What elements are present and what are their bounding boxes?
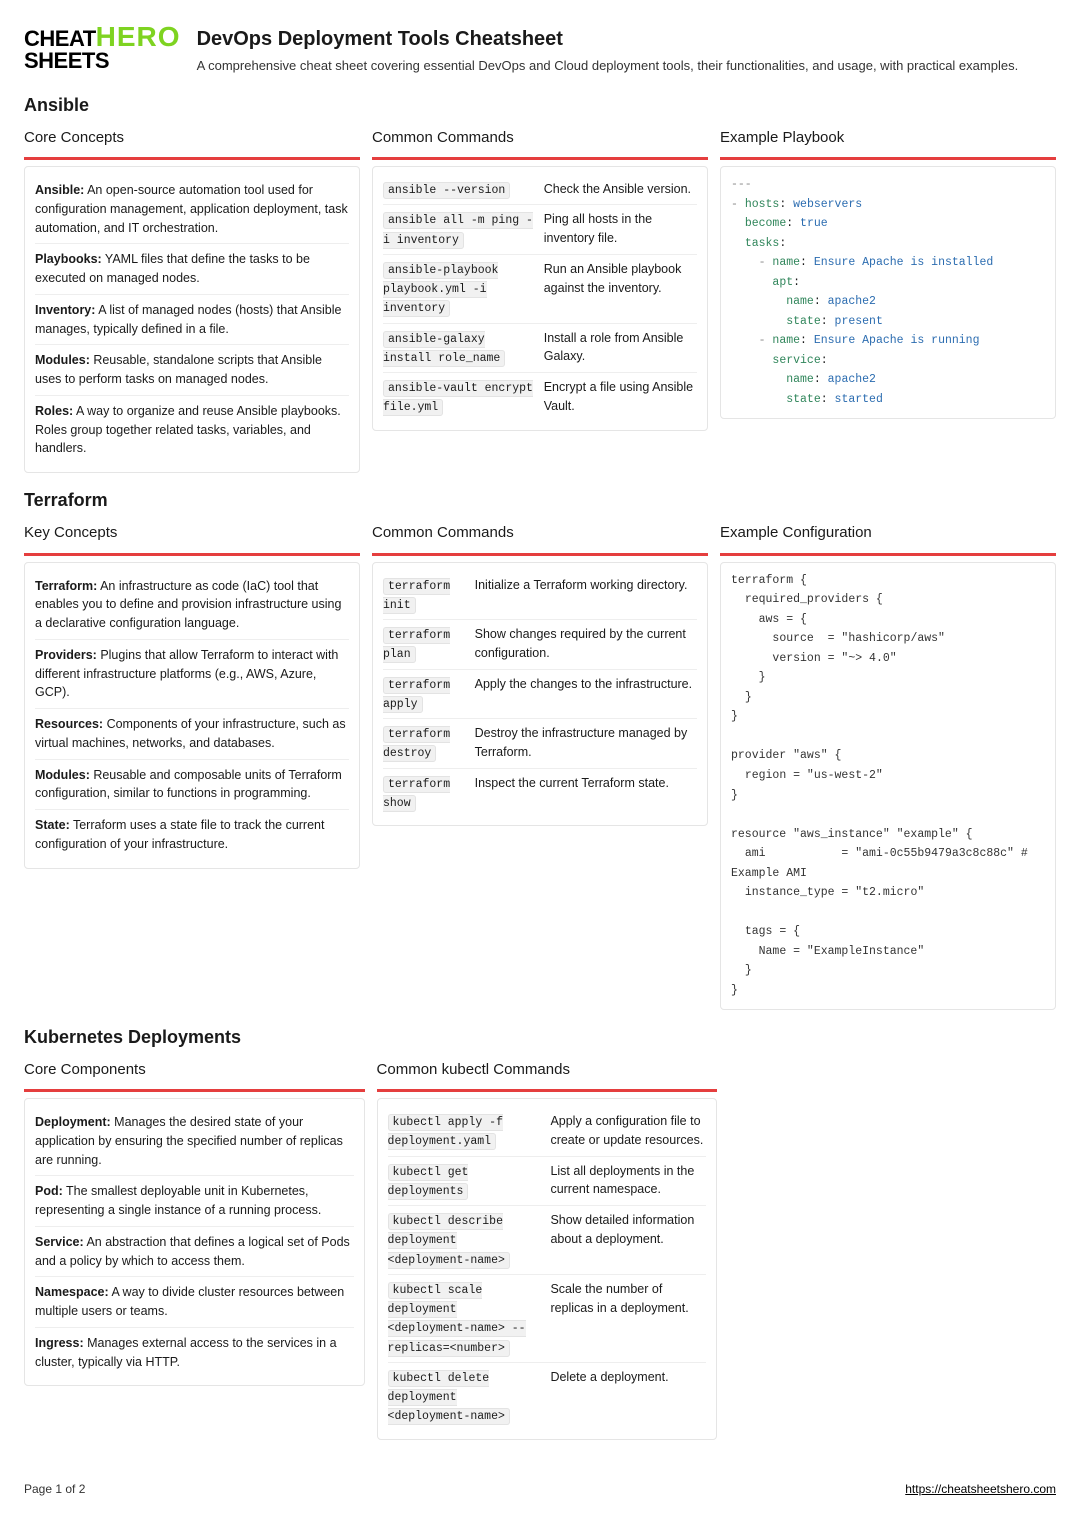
card-title: Common Commands (372, 522, 708, 547)
commands-card: terraform init Initialize a Terraform wor… (372, 562, 708, 827)
concept-item: Modules: Reusable and composable units o… (35, 760, 349, 811)
command-row: kubectl describe deployment <deployment-… (388, 1206, 707, 1275)
page-title: DevOps Deployment Tools Cheatsheet (197, 24, 1019, 54)
command-row: terraform init Initialize a Terraform wor… (383, 571, 697, 621)
command-row: terraform destroy Destroy the infrastruct… (383, 719, 697, 769)
command-desc: Apply the changes to the infrastructure. (475, 675, 697, 694)
concept-item: State: Terraform uses a state file to tr… (35, 810, 349, 860)
command-row: terraform show Inspect the current Terraf… (383, 769, 697, 818)
section-heading-ansible: Ansible (24, 92, 1056, 119)
concepts-card: Terraform: An infrastructure as code (Ia… (24, 562, 360, 869)
concept-item: Deployment: Manages the desired state of… (35, 1107, 354, 1176)
card-title: Example Configuration (720, 522, 1056, 547)
command-desc: Destroy the infrastructure managed by Te… (475, 724, 697, 762)
concept-item: Ansible: An open-source automation tool … (35, 175, 349, 244)
command-code: ansible-playbook playbook.yml -i invento… (383, 262, 498, 318)
command-code: kubectl apply -f deployment.yaml (388, 1114, 503, 1150)
terraform-code: terraform { required_providers { aws = {… (731, 571, 1045, 1001)
concepts-card: Ansible: An open-source automation tool … (24, 166, 360, 473)
concept-item: Roles: A way to organize and reuse Ansib… (35, 396, 349, 464)
card-title: Core Concepts (24, 127, 360, 152)
example-card: --- - hosts: webservers become: true tas… (720, 166, 1056, 419)
concept-item: Providers: Plugins that allow Terraform … (35, 640, 349, 709)
header: CHEATHERO SHEETS DevOps Deployment Tools… (24, 24, 1056, 76)
divider (377, 1089, 718, 1092)
command-desc: Show detailed information about a deploy… (550, 1211, 706, 1249)
divider (720, 157, 1056, 160)
concept-item: Namespace: A way to divide cluster resou… (35, 1277, 354, 1328)
concept-item: Resources: Components of your infrastruc… (35, 709, 349, 760)
command-code: kubectl describe deployment <deployment-… (388, 1213, 510, 1269)
command-code: kubectl delete deployment <deployment-na… (388, 1370, 510, 1426)
concept-item: Modules: Reusable, standalone scripts th… (35, 345, 349, 396)
example-card: terraform { required_providers { aws = {… (720, 562, 1056, 1010)
concept-item: Inventory: A list of managed nodes (host… (35, 295, 349, 346)
command-row: ansible-vault encrypt file.yml Encrypt a … (383, 373, 697, 422)
concept-item: Ingress: Manages external access to the … (35, 1328, 354, 1378)
divider (720, 553, 1056, 556)
command-code: ansible all -m ping -i inventory (383, 212, 533, 248)
command-code: terraform init (383, 578, 450, 614)
command-code: terraform destroy (383, 726, 450, 762)
divider (372, 553, 708, 556)
divider (24, 157, 360, 160)
command-code: terraform apply (383, 677, 450, 713)
command-code: kubectl scale deployment <deployment-nam… (388, 1282, 526, 1357)
command-desc: Delete a deployment. (550, 1368, 706, 1387)
command-row: ansible all -m ping -i inventory Ping all… (383, 205, 697, 255)
command-row: kubectl apply -f deployment.yaml Apply a … (388, 1107, 707, 1157)
command-desc: Initialize a Terraform working directory… (475, 576, 697, 595)
ansible-playbook-code: --- - hosts: webservers become: true tas… (731, 175, 1045, 410)
logo: CHEATHERO SHEETS (24, 24, 181, 71)
command-row: terraform plan Show changes required by t… (383, 620, 697, 670)
command-row: terraform apply Apply the changes to the … (383, 670, 697, 720)
command-code: terraform plan (383, 627, 450, 663)
logo-text-cheat: CHEAT (24, 29, 96, 50)
divider (24, 1089, 365, 1092)
command-desc: Encrypt a file using Ansible Vault. (544, 378, 697, 416)
concept-item: Service: An abstraction that defines a l… (35, 1227, 354, 1278)
card-title: Core Components (24, 1059, 365, 1084)
command-row: kubectl delete deployment <deployment-na… (388, 1363, 707, 1431)
command-desc: Inspect the current Terraform state. (475, 774, 697, 793)
command-desc: Apply a configuration file to create or … (550, 1112, 706, 1150)
section-heading-k8s: Kubernetes Deployments (24, 1024, 1056, 1051)
command-desc: List all deployments in the current name… (550, 1162, 706, 1200)
concept-item: Pod: The smallest deployable unit in Kub… (35, 1176, 354, 1227)
command-desc: Run an Ansible playbook against the inve… (544, 260, 697, 298)
command-desc: Install a role from Ansible Galaxy. (544, 329, 697, 367)
card-title: Key Concepts (24, 522, 360, 547)
concept-item: Terraform: An infrastructure as code (Ia… (35, 571, 349, 640)
card-title: Common Commands (372, 127, 708, 152)
command-row: kubectl get deployments List all deployme… (388, 1157, 707, 1207)
command-code: kubectl get deployments (388, 1164, 469, 1200)
logo-text-hero: HERO (96, 24, 181, 51)
commands-card: ansible --version Check the Ansible versi… (372, 166, 708, 431)
divider (24, 553, 360, 556)
card-title: Common kubectl Commands (377, 1059, 718, 1084)
page-number: Page 1 of 2 (24, 1480, 85, 1498)
command-desc: Ping all hosts in the inventory file. (544, 210, 697, 248)
command-code: ansible --version (383, 182, 510, 199)
command-row: ansible-galaxy install role_name Install … (383, 324, 697, 374)
logo-text-sheets: SHEETS (24, 51, 181, 72)
command-row: ansible --version Check the Ansible versi… (383, 175, 697, 205)
command-code: ansible-galaxy install role_name (383, 331, 505, 367)
command-desc: Scale the number of replicas in a deploy… (550, 1280, 706, 1318)
commands-card: kubectl apply -f deployment.yaml Apply a … (377, 1098, 718, 1440)
divider (372, 157, 708, 160)
concept-item: Playbooks: YAML files that define the ta… (35, 244, 349, 295)
command-code: ansible-vault encrypt file.yml (383, 380, 533, 416)
page-subtitle: A comprehensive cheat sheet covering ess… (197, 56, 1019, 76)
section-heading-terraform: Terraform (24, 487, 1056, 514)
concepts-card: Deployment: Manages the desired state of… (24, 1098, 365, 1386)
card-title: Example Playbook (720, 127, 1056, 152)
footer: Page 1 of 2 https://cheatsheetshero.com (24, 1480, 1056, 1498)
command-row: ansible-playbook playbook.yml -i invento… (383, 255, 697, 324)
command-code: terraform show (383, 776, 450, 812)
command-desc: Show changes required by the current con… (475, 625, 697, 663)
footer-link[interactable]: https://cheatsheetshero.com (905, 1480, 1056, 1498)
command-row: kubectl scale deployment <deployment-nam… (388, 1275, 707, 1363)
command-desc: Check the Ansible version. (544, 180, 697, 199)
